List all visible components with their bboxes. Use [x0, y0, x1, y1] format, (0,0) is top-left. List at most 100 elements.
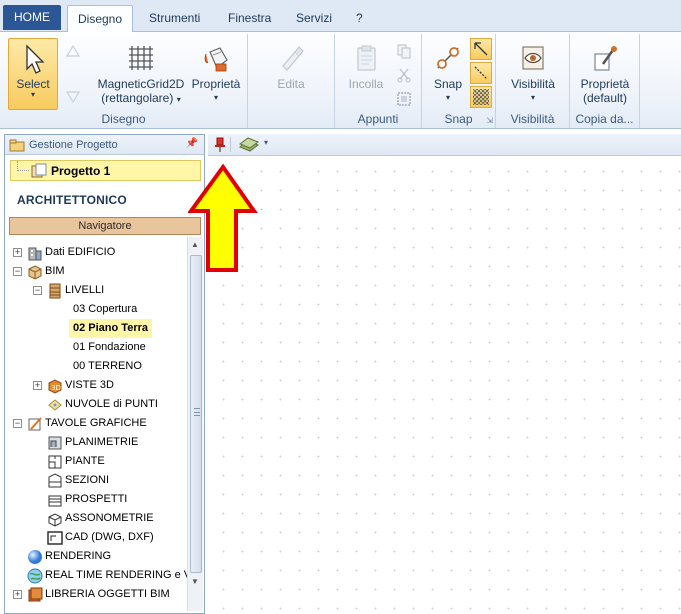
tree-item[interactable]: RENDERING	[5, 547, 188, 566]
tab-disegno[interactable]: Disegno	[67, 5, 134, 32]
tree-item-label: 01 Fondazione	[73, 341, 146, 353]
group-label-copia: Copia da...	[575, 112, 634, 126]
pin-icon[interactable]: 📌	[186, 138, 198, 149]
magnetic-grid-button[interactable]: MagneticGrid2D (rettangolare) ▾	[94, 42, 188, 107]
arrow-down-icon[interactable]	[62, 86, 84, 108]
tree-item[interactable]: − TAVOLE GRAFICHE	[5, 414, 188, 433]
group-label-snap: Snap	[444, 112, 473, 126]
tree-item-label: PROSPETTI	[65, 493, 128, 505]
snap-midpoint-icon[interactable]	[470, 62, 492, 84]
project-item[interactable]: Progetto 1	[10, 160, 201, 181]
group-label-visibilita: Visibilità	[510, 112, 555, 126]
snap-endpoint-icon[interactable]	[470, 38, 492, 60]
tab-finestra[interactable]: Finestra	[218, 7, 281, 31]
project-panel: Gestione Progetto 📌 Progetto 1 ARCHITETT…	[4, 134, 205, 614]
levels-icon	[47, 283, 63, 299]
tree-item[interactable]: +3D VISTE 3D	[5, 376, 188, 395]
group-label-disegno: Disegno	[101, 112, 146, 126]
tree-item[interactable]: 00 TERRENO	[5, 357, 188, 376]
drawing-canvas[interactable]	[208, 156, 681, 614]
visibilita-button[interactable]: Visibilità ▾	[502, 42, 564, 105]
select-button[interactable]: Select ▾	[8, 38, 58, 110]
svg-text:3D: 3D	[51, 384, 61, 392]
layer-tool-icon[interactable]	[238, 137, 260, 156]
axonometric-icon	[47, 511, 63, 527]
grid-icon	[129, 46, 153, 70]
ribbon: Select ▾ MagneticGrid2D (rettangolare) ▾	[0, 31, 681, 129]
tree-item[interactable]: PIANTE	[5, 452, 188, 471]
tree-item[interactable]: 03 Copertura	[5, 300, 188, 319]
tab-servizi[interactable]: Servizi	[286, 7, 342, 31]
clipboard-icon	[357, 45, 376, 71]
tree-item[interactable]: SEZIONI	[5, 471, 188, 490]
scroll-thumb[interactable]	[190, 255, 202, 573]
chevron-down-icon[interactable]: ▾	[264, 138, 268, 147]
collapse-icon[interactable]: −	[13, 267, 22, 276]
group-visibilita: Visibilità ▾ Visibilità	[496, 34, 570, 128]
cursor-icon	[26, 44, 45, 74]
tree-item[interactable]: ASSONOMETRIE	[5, 509, 188, 528]
group-disegno: Select ▾ MagneticGrid2D (rettangolare) ▾	[0, 34, 248, 128]
tree-item[interactable]: − BIM	[5, 262, 188, 281]
group-snap: Snap ▾ Snap ⇲	[422, 34, 496, 128]
tree-item-label: 03 Copertura	[73, 303, 138, 315]
proprieta-default-label-2: (default)	[582, 91, 628, 105]
dialog-launcher-icon[interactable]: ⇲	[486, 116, 493, 125]
chevron-down-icon: ▾	[530, 93, 535, 102]
tree-item-label: LIBRERIA OGGETTI BIM	[45, 588, 170, 600]
tree-scrollbar[interactable]: ▲ ▼	[187, 237, 203, 611]
tree-item[interactable]: PROSPETTI	[5, 490, 188, 509]
edita-label: Edita	[277, 77, 305, 91]
arrow-up-icon[interactable]	[62, 40, 84, 62]
tree-item[interactable]: PLANIMETRIE	[5, 433, 188, 452]
navigator-button[interactable]: Navigatore	[9, 217, 201, 235]
tree-item[interactable]: NUVOLE di PUNTI	[5, 395, 188, 414]
tree-item[interactable]: + Dati EDIFICIO	[5, 243, 188, 262]
tree-item[interactable]: REAL TIME RENDERING e VR	[5, 566, 188, 585]
expand-icon[interactable]: +	[13, 590, 22, 599]
scroll-down-icon[interactable]: ▼	[191, 577, 199, 586]
copy-icon[interactable]	[393, 40, 415, 62]
collapse-icon[interactable]: −	[33, 286, 42, 295]
tab-help[interactable]: ?	[346, 7, 373, 31]
tree-item[interactable]: + LIBRERIA OGGETTI BIM	[5, 585, 188, 604]
tree-item-label: REAL TIME RENDERING e VR	[45, 569, 188, 581]
tree-item-label: 02 Piano Terra	[69, 319, 152, 338]
chevron-down-icon: ▾	[445, 93, 450, 102]
snap-icon	[437, 47, 459, 69]
magnetic-grid-label-1: MagneticGrid2D	[97, 77, 185, 91]
snap-grid-icon[interactable]	[470, 86, 492, 108]
tree-item[interactable]: CAD (DWG, DXF)	[5, 528, 188, 547]
arrow-up-annotation-icon	[188, 163, 258, 272]
magnetic-grid-label-2: (rettangolare) ▾	[101, 91, 181, 105]
group-appunti: Incolla Appunti	[335, 34, 422, 128]
cut-icon[interactable]	[393, 64, 415, 86]
tree-item[interactable]: 02 Piano Terra	[5, 319, 188, 338]
project-label: Progetto 1	[51, 164, 111, 178]
visibilita-label: Visibilità	[511, 77, 555, 91]
collapse-icon[interactable]: −	[13, 419, 22, 428]
grip-icon	[194, 408, 200, 416]
incolla-button[interactable]: Incolla	[343, 42, 389, 91]
section-title: ARCHITETTONICO	[17, 193, 127, 207]
ribbon-tab-bar: HOME Disegno Strumenti Finestra Servizi …	[0, 0, 681, 32]
tree-item-label: PIANTE	[65, 455, 105, 467]
tree-item[interactable]: − LIVELLI	[5, 281, 188, 300]
chevron-down-icon: ▾	[176, 95, 181, 104]
paste-special-icon[interactable]	[393, 88, 415, 110]
expand-icon[interactable]: +	[13, 248, 22, 257]
tab-home[interactable]: HOME	[3, 5, 61, 30]
cube-icon	[27, 264, 43, 280]
edita-button[interactable]: Edita	[266, 42, 316, 91]
tree-item[interactable]: 01 Fondazione	[5, 338, 188, 357]
select-label: Select	[16, 77, 50, 91]
snap-button[interactable]: Snap ▾	[428, 42, 468, 105]
tree-item-label: CAD (DWG, DXF)	[65, 531, 154, 543]
tab-strumenti[interactable]: Strumenti	[139, 7, 210, 31]
expand-icon[interactable]: +	[33, 381, 42, 390]
proprieta-button[interactable]: Proprietà ▾	[190, 42, 242, 105]
pushpin-icon[interactable]	[214, 137, 226, 156]
tree-item-label: ASSONOMETRIE	[65, 512, 154, 524]
panel-title: Gestione Progetto	[29, 139, 118, 151]
proprieta-default-button[interactable]: Proprietà (default)	[574, 42, 636, 105]
